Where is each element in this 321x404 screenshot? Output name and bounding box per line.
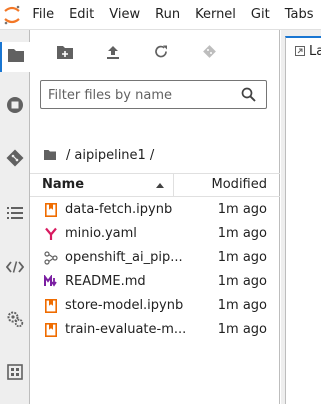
upload-button[interactable]	[98, 38, 128, 68]
menu-git[interactable]: Git	[243, 0, 277, 30]
jupyter-logo-icon	[0, 0, 24, 30]
upload-icon	[106, 44, 120, 63]
name-column-header[interactable]: Name	[42, 177, 84, 192]
yaml-icon	[44, 226, 58, 242]
filter-box	[40, 80, 267, 109]
file-browser-panel: / aipipeline1 / Name Modified data-fetch…	[30, 30, 280, 404]
file-list: data-fetch.ipynb 1m ago minio.yaml 1m ag…	[30, 198, 280, 342]
refresh-button[interactable]	[146, 38, 176, 68]
breadcrumb-separator: /	[149, 147, 155, 163]
breadcrumb: / aipipeline1 /	[44, 146, 158, 164]
pipeline-components-tab[interactable]	[0, 306, 30, 336]
folder-icon	[7, 47, 25, 67]
stop-circle-icon	[6, 96, 24, 118]
pipeline-icon	[44, 250, 58, 266]
file-name: README.md	[65, 274, 146, 289]
file-name: data-fetch.ipynb	[65, 202, 173, 217]
running-sessions-tab[interactable]	[0, 92, 30, 122]
list-item[interactable]: train-evaluate-m... 1m ago	[30, 318, 280, 342]
menu-tabs[interactable]: Tabs	[277, 0, 321, 30]
list-item[interactable]: store-model.ipynb 1m ago	[30, 294, 280, 318]
notebook-icon	[44, 298, 58, 314]
file-browser-toolbar	[30, 38, 280, 68]
file-list-header: Name Modified	[30, 173, 280, 197]
filter-files-input[interactable]	[48, 86, 228, 104]
launcher-tab[interactable]: La	[285, 36, 321, 64]
menu-run[interactable]: Run	[148, 0, 188, 30]
settings-gears-icon	[6, 310, 24, 332]
list-item[interactable]: README.md 1m ago	[30, 270, 280, 294]
git-tab[interactable]	[0, 145, 30, 175]
new-folder-icon	[57, 44, 73, 63]
git-clone-icon	[201, 43, 217, 63]
menu-edit[interactable]: Edit	[62, 0, 102, 30]
list-item[interactable]: minio.yaml 1m ago	[30, 222, 280, 246]
sort-ascending-icon	[156, 183, 164, 188]
left-activity-bar	[0, 30, 30, 404]
new-folder-button[interactable]	[50, 38, 80, 68]
file-name: minio.yaml	[65, 226, 137, 241]
file-modified: 1m ago	[217, 226, 267, 241]
menu-bar: File Edit View Run Kernel Git Tabs	[0, 0, 321, 30]
file-name: store-model.ipynb	[65, 298, 184, 313]
git-icon	[6, 149, 24, 171]
tab-label: La	[309, 43, 321, 59]
file-name: train-evaluate-m...	[65, 322, 187, 337]
file-modified: 1m ago	[217, 274, 267, 289]
launcher-icon	[295, 46, 305, 56]
refresh-icon	[154, 44, 168, 63]
extension-icon	[7, 364, 23, 384]
file-modified: 1m ago	[217, 202, 267, 217]
list-icon	[7, 205, 23, 224]
column-divider	[173, 174, 174, 196]
file-modified: 1m ago	[217, 322, 267, 337]
menu-view[interactable]: View	[102, 0, 148, 30]
list-item[interactable]: openshift_ai_pip... 1m ago	[30, 246, 280, 270]
home-folder-icon[interactable]	[44, 150, 56, 160]
modified-column-header[interactable]: Modified	[212, 177, 267, 192]
menu-file[interactable]: File	[24, 0, 61, 30]
file-browser-tab[interactable]	[0, 42, 30, 72]
launcher-content	[285, 64, 321, 404]
code-snippets-tab[interactable]	[0, 252, 30, 282]
git-clone-button[interactable]	[194, 38, 224, 68]
main-dock-area: La	[281, 30, 321, 404]
list-item[interactable]: data-fetch.ipynb 1m ago	[30, 198, 280, 222]
breadcrumb-folder-aipipeline1[interactable]: aipipeline1	[74, 148, 145, 163]
code-icon	[5, 258, 25, 277]
notebook-icon	[44, 322, 58, 338]
breadcrumb-separator: /	[66, 147, 71, 163]
notebook-icon	[44, 202, 58, 218]
file-modified: 1m ago	[217, 298, 267, 313]
extension-manager-tab[interactable]	[0, 359, 30, 389]
menu-kernel[interactable]: Kernel	[188, 0, 244, 30]
table-of-contents-tab[interactable]	[0, 199, 30, 229]
markdown-icon	[44, 274, 58, 290]
search-icon	[241, 87, 256, 106]
file-modified: 1m ago	[217, 250, 267, 265]
file-name: openshift_ai_pip...	[65, 250, 183, 265]
